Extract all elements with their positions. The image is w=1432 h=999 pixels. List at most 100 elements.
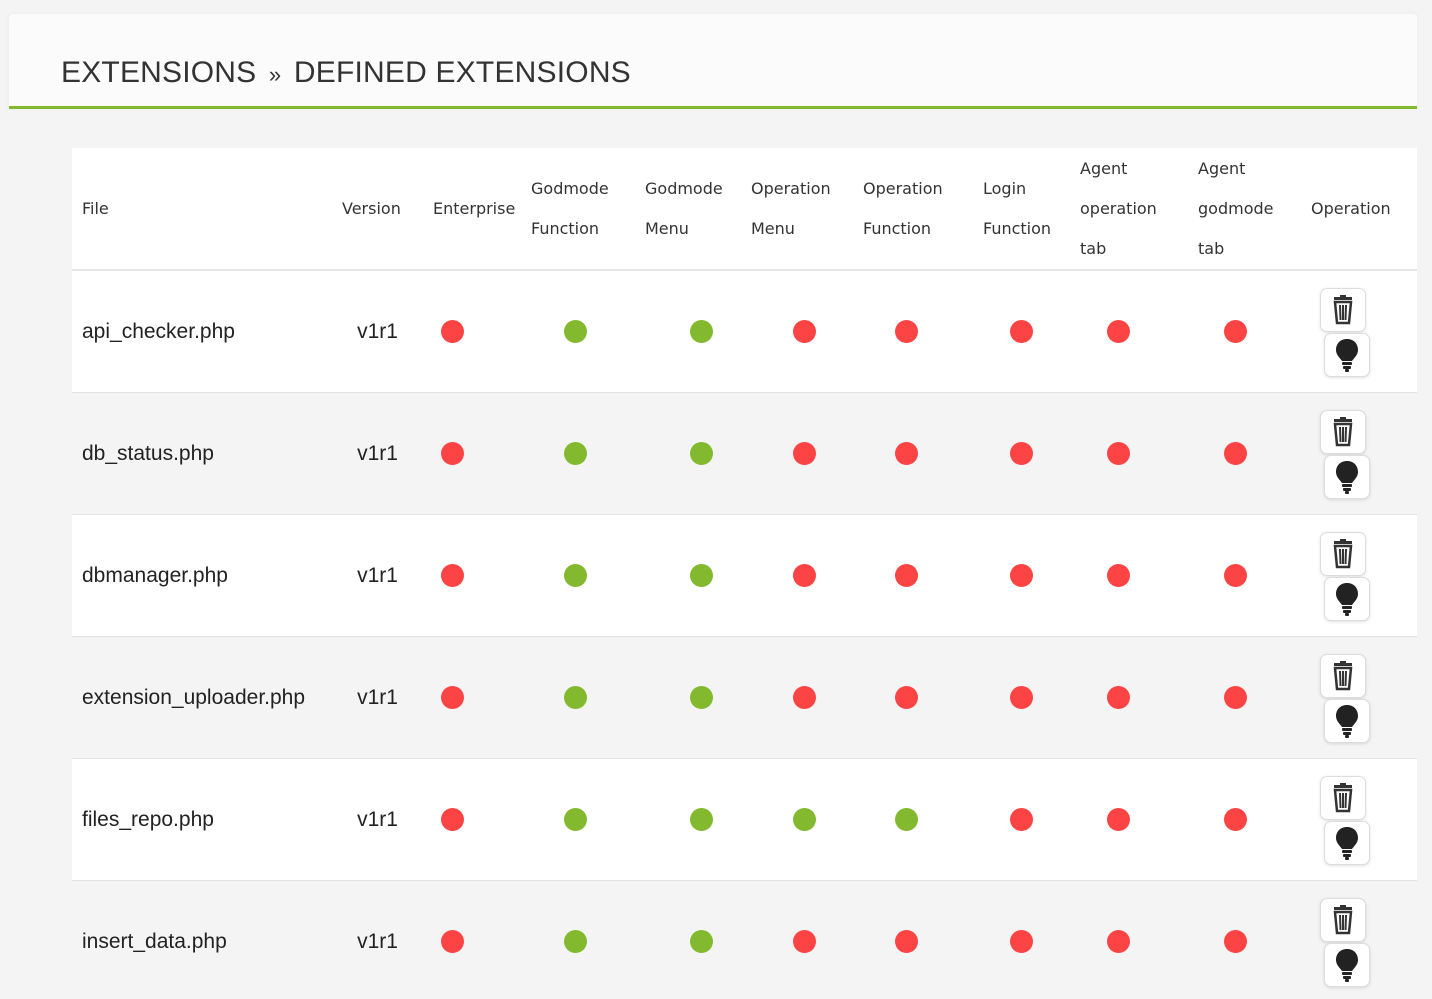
disabled-status-dot: [895, 441, 918, 465]
flag-cell-godmode-menu: [635, 880, 741, 999]
flag-cell-operation-menu: [741, 514, 853, 637]
trash-icon-glyph: [1333, 295, 1353, 325]
flag-cell-login-function: [973, 636, 1070, 759]
disabled-status-dot: [793, 319, 816, 343]
extension-version: v1r1: [342, 880, 423, 999]
delete-icon[interactable]: [1320, 776, 1366, 820]
disabled-status-dot: [793, 929, 816, 953]
delete-icon[interactable]: [1320, 410, 1366, 454]
trash-icon-glyph: [1333, 539, 1353, 569]
extension-file-name: insert_data.php: [72, 880, 342, 999]
disabled-status-dot: [1107, 929, 1130, 953]
disabled-status-dot: [1224, 563, 1247, 587]
flag-cell-operation-function: [853, 636, 973, 759]
disabled-status-dot: [1010, 441, 1033, 465]
trash-icon-glyph: [1333, 783, 1353, 813]
flag-cell-agent-godmode-tab: [1188, 392, 1301, 515]
flag-cell-godmode-function: [521, 758, 635, 881]
column-header-agent-godmode-tab[interactable]: Agent godmode tab: [1188, 148, 1301, 271]
flag-cell-agent-operation-tab: [1070, 758, 1188, 881]
disabled-status-dot: [793, 685, 816, 709]
column-header-label: Enterprise: [433, 198, 516, 218]
delete-icon[interactable]: [1320, 288, 1366, 332]
lightbulb-icon[interactable]: [1324, 455, 1370, 499]
flag-cell-agent-operation-tab: [1070, 392, 1188, 515]
disabled-status-dot: [793, 441, 816, 465]
disabled-status-dot: [895, 685, 918, 709]
flag-cell-enterprise: [423, 636, 521, 759]
column-header-operation-menu[interactable]: Operation Menu: [741, 148, 853, 271]
flag-cell-godmode-function: [521, 636, 635, 759]
flag-cell-enterprise: [423, 758, 521, 881]
column-header-file[interactable]: File: [72, 148, 342, 271]
lightbulb-icon-glyph: [1336, 339, 1358, 372]
column-header-godmode-menu[interactable]: Godmode Menu: [635, 148, 741, 271]
enabled-status-dot: [690, 441, 713, 465]
disabled-status-dot: [1224, 807, 1247, 831]
lightbulb-icon[interactable]: [1324, 577, 1370, 621]
extension-file-name: api_checker.php: [72, 270, 342, 393]
flag-cell-godmode-function: [521, 392, 635, 515]
table-row: dbmanager.php v1r1: [72, 514, 1417, 637]
lightbulb-icon[interactable]: [1324, 821, 1370, 865]
disabled-status-dot: [441, 929, 464, 953]
flag-cell-agent-operation-tab: [1070, 880, 1188, 999]
flag-cell-enterprise: [423, 270, 521, 393]
column-header-label: Function: [531, 218, 600, 238]
column-header-enterprise[interactable]: Enterprise: [423, 148, 521, 271]
column-header-label: tab: [1080, 238, 1107, 258]
disabled-status-dot: [441, 563, 464, 587]
flag-cell-godmode-menu: [635, 514, 741, 637]
disabled-status-dot: [1224, 441, 1247, 465]
column-header-label: File: [82, 198, 109, 218]
enabled-status-dot: [690, 929, 713, 953]
lightbulb-icon[interactable]: [1324, 699, 1370, 743]
flag-cell-agent-operation-tab: [1070, 270, 1188, 393]
column-header-label: Function: [863, 218, 932, 238]
column-header-godmode-function[interactable]: Godmode Function: [521, 148, 635, 271]
flag-cell-login-function: [973, 514, 1070, 637]
flag-cell-godmode-menu: [635, 392, 741, 515]
column-header-label: Function: [983, 218, 1052, 238]
flag-cell-enterprise: [423, 514, 521, 637]
flag-cell-operation-menu: [741, 270, 853, 393]
enabled-status-dot: [564, 929, 587, 953]
flag-cell-agent-operation-tab: [1070, 636, 1188, 759]
column-header-label: tab: [1198, 238, 1225, 258]
column-header-operation-function[interactable]: Operation Function: [853, 148, 973, 271]
operation-cell: [1301, 880, 1417, 999]
column-header-label: Version: [342, 198, 401, 218]
disabled-status-dot: [1107, 685, 1130, 709]
flag-cell-operation-menu: [741, 880, 853, 999]
operation-cell: [1301, 636, 1417, 759]
column-header-operation[interactable]: Operation: [1301, 148, 1417, 271]
table-row: api_checker.php v1r1: [72, 270, 1417, 393]
column-header-label: Menu: [751, 218, 795, 238]
extension-version: v1r1: [342, 758, 423, 881]
delete-icon[interactable]: [1320, 898, 1366, 942]
disabled-status-dot: [441, 319, 464, 343]
extension-file-name: dbmanager.php: [72, 514, 342, 637]
disabled-status-dot: [1224, 929, 1247, 953]
extension-version: v1r1: [342, 636, 423, 759]
breadcrumb-separator: »: [268, 62, 282, 87]
column-header-agent-operation-tab[interactable]: Agent operation tab: [1070, 148, 1188, 271]
disabled-status-dot: [1107, 563, 1130, 587]
delete-icon[interactable]: [1320, 654, 1366, 698]
flag-cell-operation-function: [853, 270, 973, 393]
operation-cell: [1301, 758, 1417, 881]
flag-cell-enterprise: [423, 880, 521, 999]
enabled-status-dot: [564, 685, 587, 709]
operation-cell: [1301, 392, 1417, 515]
lightbulb-icon[interactable]: [1324, 333, 1370, 377]
column-header-label: Operation: [863, 178, 943, 198]
enabled-status-dot: [564, 807, 587, 831]
table-header-row: File Version Enterprise Godmode Function Godm…: [72, 148, 1417, 271]
column-header-version[interactable]: Version: [342, 148, 423, 271]
lightbulb-icon[interactable]: [1324, 943, 1370, 987]
delete-icon[interactable]: [1320, 532, 1366, 576]
breadcrumb-parent[interactable]: EXTENSIONS: [61, 56, 256, 89]
flag-cell-operation-function: [853, 880, 973, 999]
lightbulb-icon-glyph: [1336, 705, 1358, 738]
column-header-login-function[interactable]: Login Function: [973, 148, 1070, 271]
